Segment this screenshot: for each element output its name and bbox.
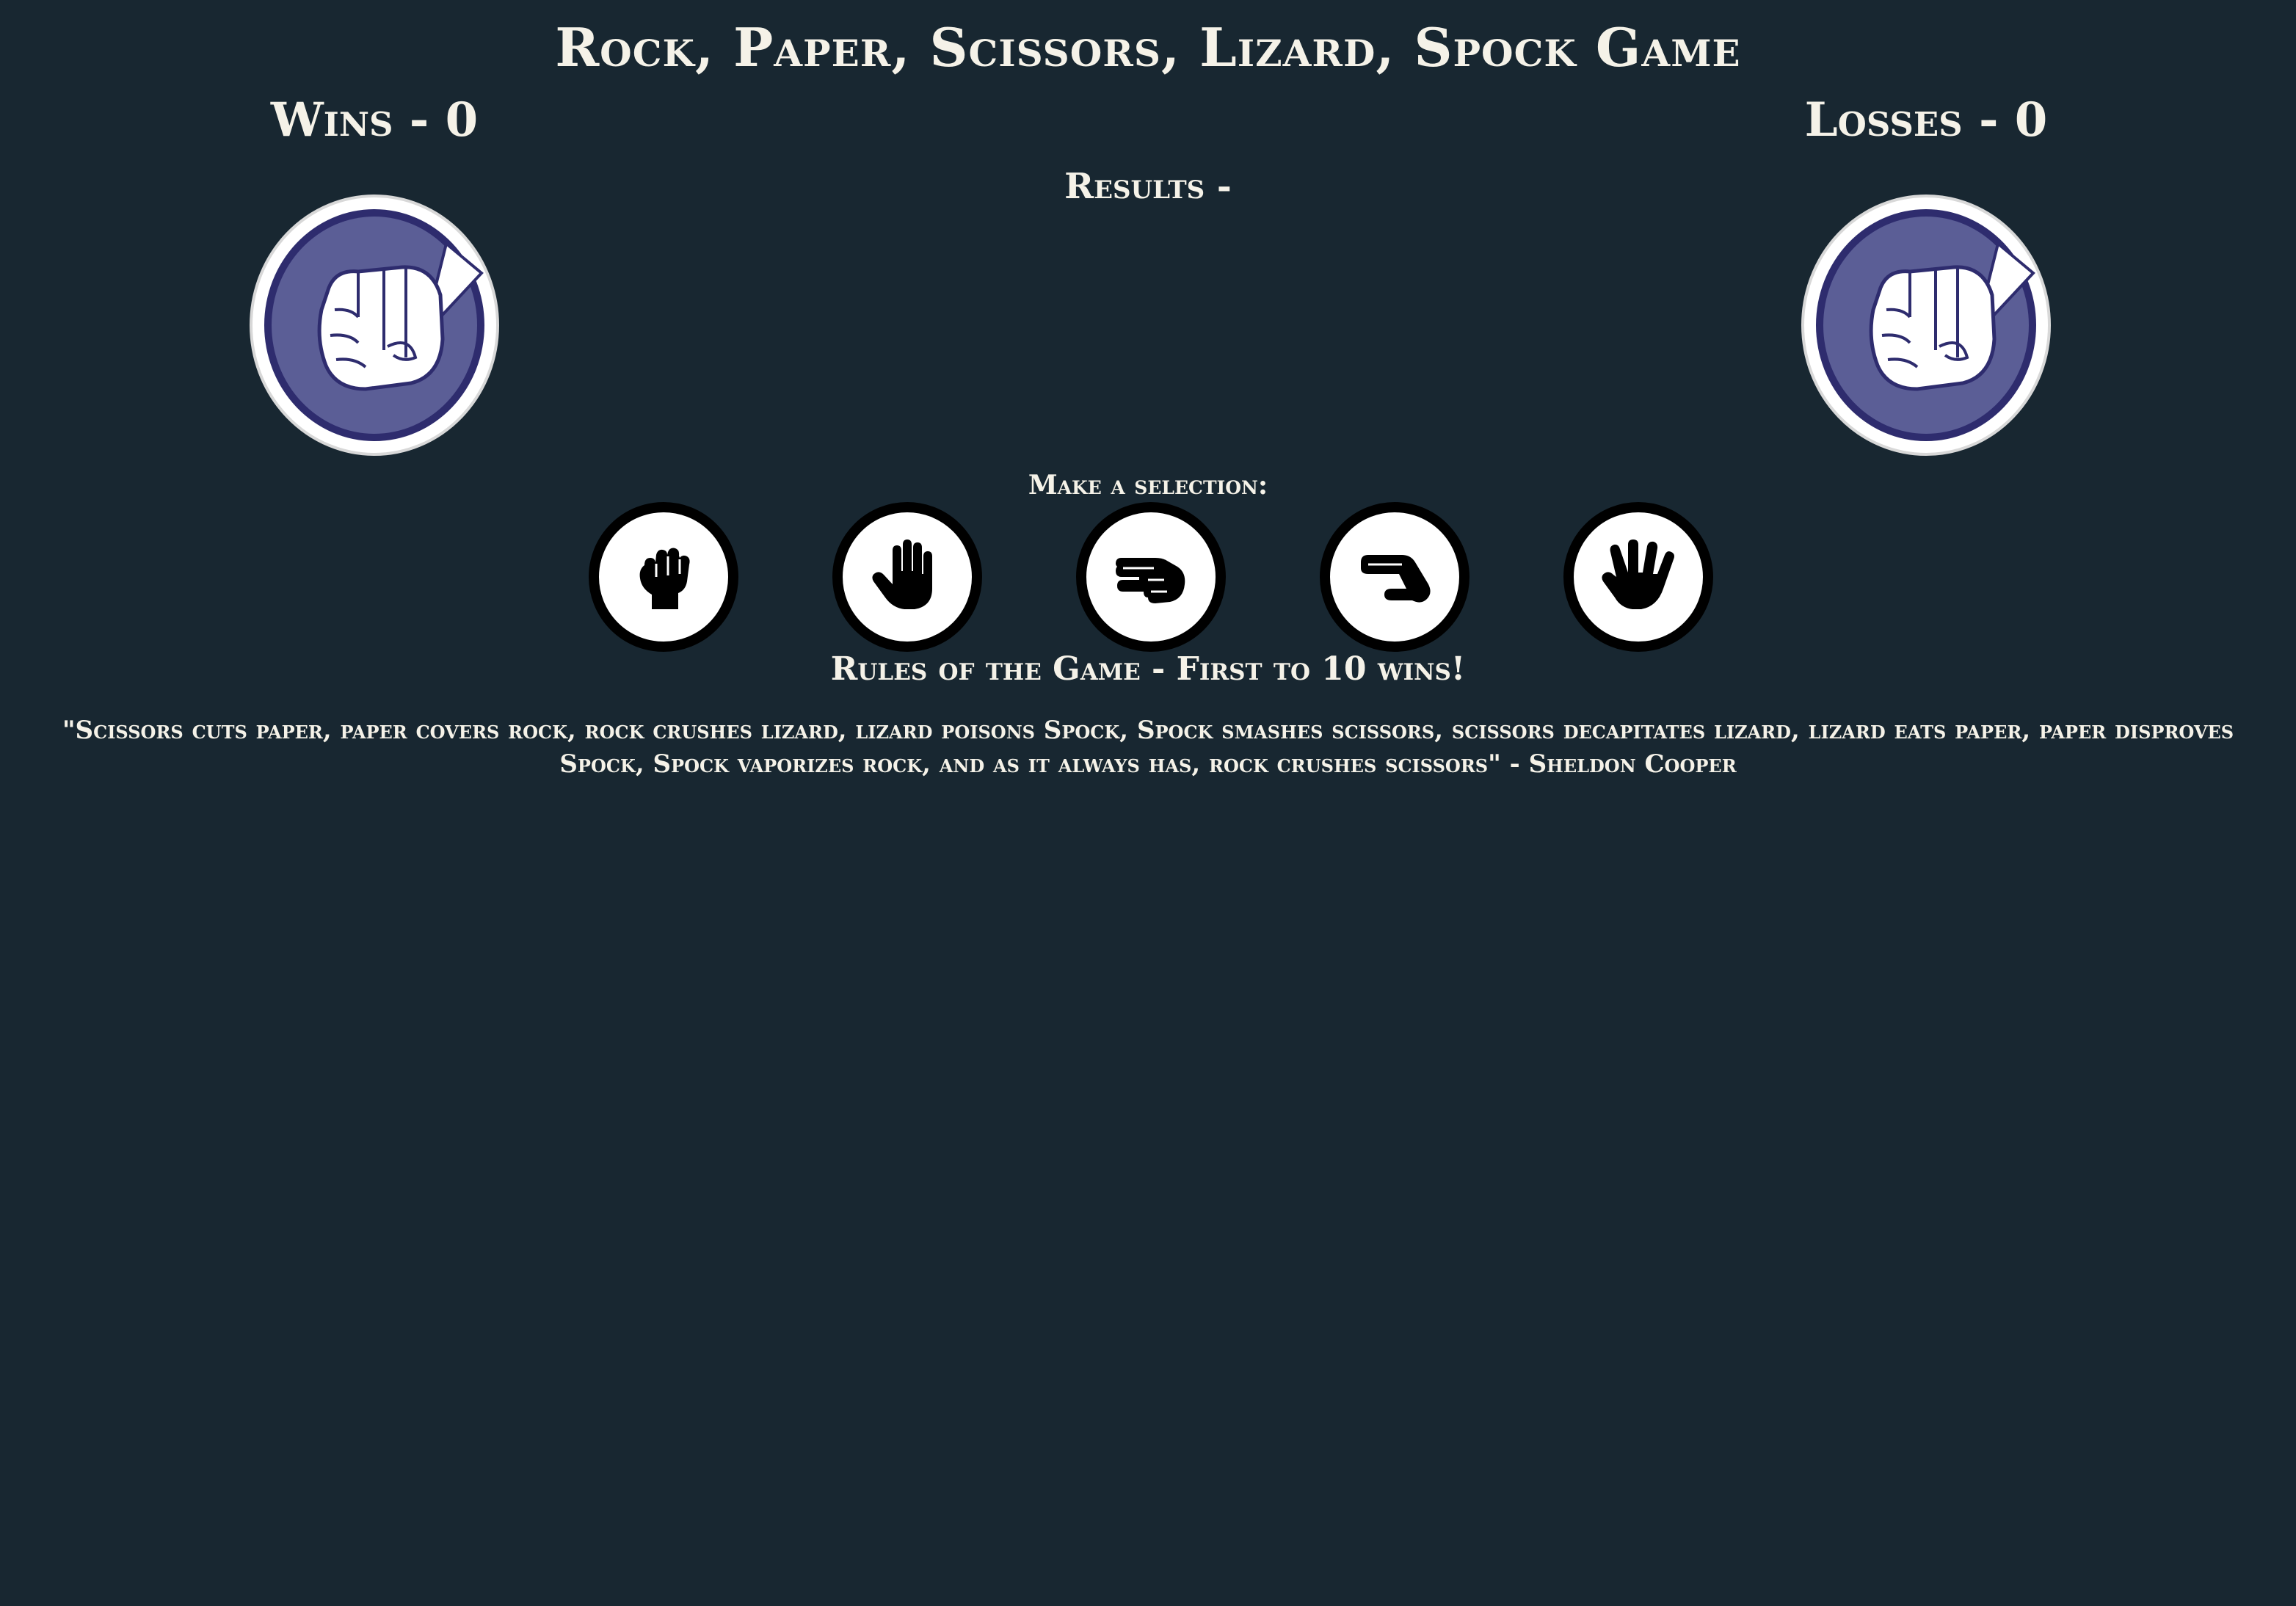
spock-button[interactable] bbox=[1563, 502, 1713, 652]
computer-hand bbox=[1800, 192, 2052, 458]
results-label: Results - bbox=[1064, 166, 1232, 207]
spock-icon bbox=[1602, 539, 1674, 609]
rock-icon bbox=[639, 548, 690, 609]
rules-quote: "Scissors cuts paper, paper covers rock,… bbox=[62, 716, 2234, 779]
rock-fist-icon bbox=[1801, 195, 2051, 456]
rock-button[interactable] bbox=[589, 502, 738, 652]
paper-icon bbox=[872, 539, 932, 609]
scissors-button[interactable] bbox=[1076, 502, 1226, 652]
losses-counter: Losses - 0 bbox=[1804, 92, 2048, 148]
player-hand bbox=[248, 192, 501, 458]
rules-heading: Rules of the Game - First to 10 wins! bbox=[830, 650, 1466, 688]
lizard-icon bbox=[1361, 555, 1431, 603]
wins-counter: Wins - 0 bbox=[270, 92, 479, 148]
paper-button[interactable] bbox=[832, 502, 982, 652]
selection-options bbox=[0, 502, 2296, 653]
rock-fist-icon bbox=[250, 195, 499, 456]
page-title: Rock, Paper, Scissors, Lizard, Spock Gam… bbox=[555, 16, 1741, 79]
scissors-icon bbox=[1116, 558, 1185, 603]
selection-prompt: Make a selection: bbox=[1028, 470, 1268, 501]
lizard-button[interactable] bbox=[1320, 502, 1469, 652]
